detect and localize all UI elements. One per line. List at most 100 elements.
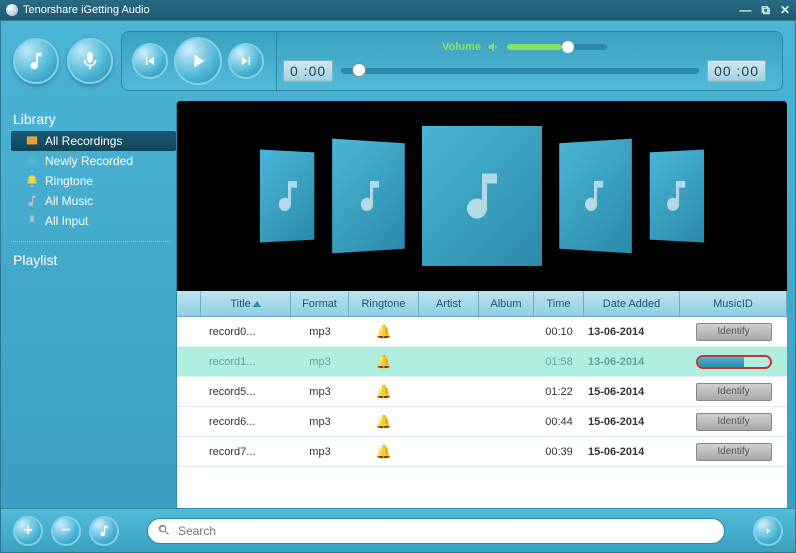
bell-icon: 🔔 bbox=[376, 444, 392, 460]
search-icon bbox=[157, 523, 171, 537]
cover-thumb-center[interactable] bbox=[422, 126, 542, 266]
col-date-added[interactable]: Date Added bbox=[584, 291, 680, 316]
cell-title: record5... bbox=[201, 386, 291, 398]
table-row[interactable]: record0...mp3 🔔 00:1013-06-2014 Identify bbox=[177, 317, 787, 347]
col-title[interactable]: Title bbox=[201, 291, 291, 316]
seek-slider[interactable] bbox=[341, 68, 699, 74]
cell-title: record7... bbox=[201, 446, 291, 458]
previous-button[interactable] bbox=[132, 43, 168, 79]
cell-time: 00:10 bbox=[534, 326, 584, 338]
remove-button[interactable]: − bbox=[51, 516, 81, 546]
window-title: Tenorshare iGetting Audio bbox=[23, 4, 150, 16]
bell-icon: 🔔 bbox=[376, 324, 392, 340]
music-mode-button[interactable] bbox=[13, 38, 59, 84]
sidebar-item-newly-recorded[interactable]: Newly Recorded bbox=[11, 151, 176, 171]
col-checkbox[interactable] bbox=[177, 291, 201, 316]
sort-asc-icon bbox=[253, 301, 261, 307]
microphone-icon bbox=[79, 50, 101, 72]
cell-time: 00:39 bbox=[534, 446, 584, 458]
cell-title: record0... bbox=[201, 326, 291, 338]
search-input[interactable] bbox=[147, 518, 725, 544]
top-control-bar: Volume 0 :00 00 :00 bbox=[1, 21, 795, 101]
col-ringtone[interactable]: Ringtone bbox=[349, 291, 419, 316]
cell-date: 13-06-2014 bbox=[584, 326, 680, 338]
cell-date: 15-06-2014 bbox=[584, 446, 680, 458]
cell-ringtone[interactable]: 🔔 bbox=[349, 324, 419, 340]
music-note-icon bbox=[97, 524, 111, 538]
col-artist[interactable]: Artist bbox=[419, 291, 479, 316]
cell-time: 01:58 bbox=[534, 356, 584, 368]
allinput-icon bbox=[25, 214, 39, 228]
identify-button[interactable]: Identify bbox=[696, 323, 772, 341]
col-album[interactable]: Album bbox=[479, 291, 534, 316]
newly-icon bbox=[25, 154, 39, 168]
arrow-right-icon bbox=[761, 524, 775, 538]
cell-format: mp3 bbox=[291, 326, 349, 338]
cell-musicid bbox=[680, 355, 787, 369]
col-time[interactable]: Time bbox=[534, 291, 584, 316]
volume-icon bbox=[487, 40, 501, 54]
bell-icon: 🔔 bbox=[376, 354, 392, 370]
sidebar-item-label: All Music bbox=[45, 194, 93, 208]
sidebar-item-ringtone[interactable]: Ringtone bbox=[11, 171, 176, 191]
cover-thumb[interactable] bbox=[260, 150, 314, 243]
cell-ringtone[interactable]: 🔔 bbox=[349, 414, 419, 430]
cell-date: 15-06-2014 bbox=[584, 416, 680, 428]
sidebar-item-label: All Input bbox=[45, 214, 88, 228]
cell-title: record1... bbox=[201, 356, 291, 368]
identify-progress bbox=[696, 355, 772, 369]
close-button[interactable]: ✕ bbox=[780, 3, 790, 18]
col-music-id[interactable]: MusicID bbox=[680, 291, 787, 316]
cell-date: 13-06-2014 bbox=[584, 356, 680, 368]
playlist-header: Playlist bbox=[13, 252, 176, 268]
volume-slider[interactable] bbox=[507, 44, 607, 50]
cell-ringtone[interactable]: 🔔 bbox=[349, 354, 419, 370]
cell-ringtone[interactable]: 🔔 bbox=[349, 384, 419, 400]
ringtone-icon bbox=[25, 174, 39, 188]
next-button[interactable] bbox=[228, 43, 264, 79]
player-panel: Volume 0 :00 00 :00 bbox=[121, 31, 783, 91]
cell-musicid: Identify bbox=[680, 443, 787, 461]
col-format[interactable]: Format bbox=[291, 291, 349, 316]
allmusic-icon bbox=[25, 194, 39, 208]
sidebar-item-label: Ringtone bbox=[45, 174, 93, 188]
cell-format: mp3 bbox=[291, 386, 349, 398]
add-button[interactable]: + bbox=[13, 516, 43, 546]
cell-date: 15-06-2014 bbox=[584, 386, 680, 398]
identify-button[interactable]: Identify bbox=[696, 383, 772, 401]
cell-format: mp3 bbox=[291, 416, 349, 428]
cell-musicid: Identify bbox=[680, 323, 787, 341]
sidebar-item-all-music[interactable]: All Music bbox=[11, 191, 176, 211]
minimize-button[interactable]: — bbox=[739, 3, 751, 18]
volume-label: Volume bbox=[442, 41, 481, 53]
table-row[interactable]: record6...mp3 🔔 00:4415-06-2014 Identify bbox=[177, 407, 787, 437]
bell-icon: 🔔 bbox=[376, 384, 392, 400]
cover-thumb[interactable] bbox=[650, 150, 704, 243]
skip-forward-icon bbox=[238, 53, 254, 69]
music-settings-button[interactable] bbox=[89, 516, 119, 546]
cell-ringtone[interactable]: 🔔 bbox=[349, 444, 419, 460]
cell-time: 01:22 bbox=[534, 386, 584, 398]
table-row[interactable]: record7...mp3 🔔 00:3915-06-2014 Identify bbox=[177, 437, 787, 467]
microphone-mode-button[interactable] bbox=[67, 38, 113, 84]
maximize-button[interactable]: ⧉ bbox=[761, 3, 770, 18]
cell-time: 00:44 bbox=[534, 416, 584, 428]
identify-button[interactable]: Identify bbox=[696, 413, 772, 431]
table-row[interactable]: record1...mp3 🔔 01:5813-06-2014 bbox=[177, 347, 787, 377]
bottom-bar: + − bbox=[1, 508, 795, 552]
cell-musicid: Identify bbox=[680, 413, 787, 431]
cell-format: mp3 bbox=[291, 356, 349, 368]
bell-icon: 🔔 bbox=[376, 414, 392, 430]
identify-button[interactable]: Identify bbox=[696, 443, 772, 461]
sidebar-item-all-input[interactable]: All Input bbox=[11, 211, 176, 231]
sidebar-item-all-recordings[interactable]: All Recordings bbox=[11, 131, 176, 151]
table-row[interactable]: record5...mp3 🔔 01:2215-06-2014 Identify bbox=[177, 377, 787, 407]
recordings-icon bbox=[25, 134, 39, 148]
cover-thumb[interactable] bbox=[332, 139, 405, 254]
time-current: 0 :00 bbox=[283, 60, 333, 82]
cell-title: record6... bbox=[201, 416, 291, 428]
cell-format: mp3 bbox=[291, 446, 349, 458]
proceed-button[interactable] bbox=[753, 516, 783, 546]
play-button[interactable] bbox=[174, 37, 222, 85]
cover-thumb[interactable] bbox=[559, 139, 632, 254]
